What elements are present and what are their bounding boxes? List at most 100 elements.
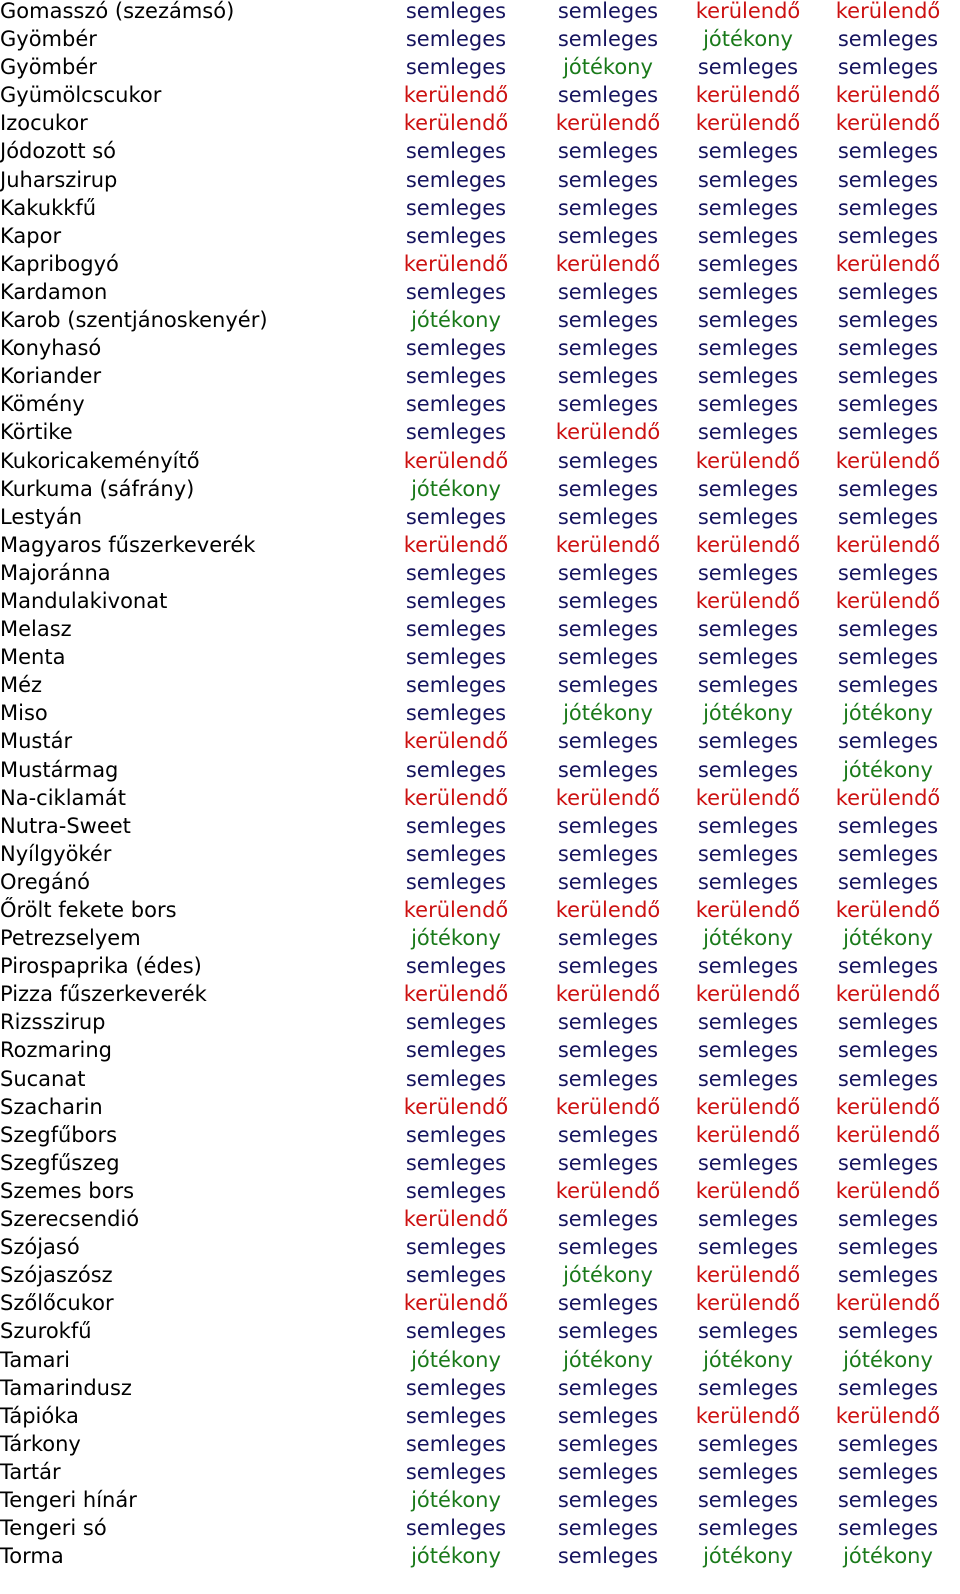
rating-cell-1: semleges (405, 701, 507, 726)
rating-cell-1: semleges (405, 223, 507, 248)
rating-cell-4: semleges (837, 167, 939, 192)
rating-cell-2: kerülendő (555, 1178, 661, 1203)
rating-cell-4: kerülendő (835, 1291, 941, 1316)
food-name: Kukoricakeményítő (0, 448, 200, 473)
rating-cell-4: semleges (837, 841, 939, 866)
rating-cell-3: kerülendő (695, 1178, 801, 1203)
rating-cell-4: kerülendő (835, 1122, 941, 1147)
rating-cell-4: semleges (837, 55, 939, 80)
rating-cell-3: kerülendő (695, 532, 801, 557)
rating-cell-4: semleges (837, 139, 939, 164)
rating-cell-1: semleges (405, 1235, 507, 1260)
table-row: Magyaros fűszerkeverék kerülendő kerülendő… (0, 531, 960, 559)
rating-cell-3: semleges (697, 729, 799, 754)
rating-cell-1: kerülendő (403, 83, 509, 108)
rating-cell-4: semleges (837, 673, 939, 698)
rating-cell-1: semleges (405, 1263, 507, 1288)
rating-cell-3: semleges (697, 308, 799, 333)
rating-cell-1: semleges (405, 869, 507, 894)
food-name: Kömény (0, 392, 85, 417)
rating-cell-2: semleges (557, 448, 659, 473)
rating-cell-2: semleges (557, 841, 659, 866)
food-name: Nyílgyökér (0, 841, 112, 866)
rating-cell-1: semleges (405, 55, 507, 80)
rating-cell-1: semleges (405, 27, 507, 52)
food-name: Tengeri só (0, 1516, 107, 1541)
rating-cell-3: kerülendő (695, 111, 801, 136)
table-row: Kardamon semleges semleges semleges semleges (0, 278, 960, 306)
food-name: Körtike (0, 420, 73, 445)
rating-cell-3: semleges (697, 167, 799, 192)
rating-cell-4: semleges (837, 1066, 939, 1091)
food-name: Pirospaprika (édes) (0, 954, 202, 979)
rating-cell-3: semleges (697, 364, 799, 389)
rating-cell-4: kerülendő (835, 111, 941, 136)
food-name: Szerecsendió (0, 1207, 140, 1232)
table-row: Mandulakivonat semleges semleges kerülendő k… (0, 587, 960, 615)
rating-cell-2: semleges (557, 926, 659, 951)
rating-cell-3: semleges (697, 223, 799, 248)
food-name: Őrölt fekete bors (0, 898, 177, 922)
rating-cell-1: jótékony (411, 308, 501, 333)
rating-cell-3: jótékony (703, 1347, 793, 1372)
food-name: Mandulakivonat (0, 588, 168, 613)
rating-cell-2: semleges (557, 645, 659, 670)
table-row: Szőlőcukor kerülendő semleges kerülendő kerü… (0, 1289, 960, 1317)
rating-cell-1: semleges (405, 336, 507, 361)
food-name: Kapor (0, 223, 62, 248)
food-name: Magyaros fűszerkeverék (0, 532, 256, 557)
rating-cell-3: kerülendő (695, 448, 801, 473)
food-name: Na-ciklamát (0, 785, 126, 810)
rating-cell-1: kerülendő (403, 448, 509, 473)
rating-cell-2: semleges (557, 195, 659, 220)
table-row: Na-ciklamát kerülendő kerülendő kerülendő ke… (0, 784, 960, 812)
food-name: Kakukkfű (0, 195, 97, 220)
rating-cell-1: jótékony (411, 476, 501, 501)
rating-cell-4: kerülendő (835, 1403, 941, 1428)
food-name: Melasz (0, 617, 72, 642)
food-name: Tárkony (0, 1431, 81, 1456)
rating-cell-2: semleges (557, 1516, 659, 1541)
rating-cell-3: semleges (697, 1516, 799, 1541)
rating-cell-1: semleges (405, 1178, 507, 1203)
rating-cell-4: semleges (837, 1375, 939, 1400)
table-row: Menta semleges semleges semleges semleges (0, 643, 960, 671)
rating-cell-4: semleges (837, 476, 939, 501)
rating-cell-3: semleges (697, 476, 799, 501)
rating-cell-3: jótékony (703, 27, 793, 52)
rating-cell-4: semleges (837, 729, 939, 754)
table-row: Rozmaring semleges semleges semleges semlege… (0, 1036, 960, 1064)
rating-cell-1: semleges (405, 195, 507, 220)
rating-cell-3: semleges (697, 1459, 799, 1484)
table-row: Pirospaprika (édes) semleges semleges semle… (0, 952, 960, 980)
food-name: Tamari (0, 1347, 71, 1372)
rating-cell-2: semleges (557, 504, 659, 529)
rating-cell-2: kerülendő (555, 785, 661, 810)
rating-cell-2: semleges (557, 1235, 659, 1260)
rating-cell-1: semleges (405, 954, 507, 979)
food-name: Petrezselyem (0, 926, 141, 951)
rating-cell-4: semleges (837, 308, 939, 333)
table-row: Kapor semleges semleges semleges semleges (0, 222, 960, 250)
rating-cell-4: kerülendő (835, 1178, 941, 1203)
rating-cell-4: semleges (837, 1207, 939, 1232)
rating-cell-4: semleges (837, 1235, 939, 1260)
rating-cell-1: semleges (405, 364, 507, 389)
rating-cell-2: kerülendő (555, 420, 661, 445)
rating-cell-2: semleges (557, 83, 659, 108)
rating-cell-1: semleges (405, 1403, 507, 1428)
table-row: Tengeri hínár jótékony semleges semleges sem… (0, 1486, 960, 1514)
food-name: Kapribogyó (0, 251, 119, 276)
food-name: Rizsszirup (0, 1010, 106, 1035)
rating-cell-3: semleges (697, 504, 799, 529)
rating-cell-3: semleges (697, 195, 799, 220)
table-row: Kakukkfű semleges semleges semleges semleges (0, 194, 960, 222)
rating-cell-2: semleges (557, 1459, 659, 1484)
rating-cell-3: semleges (697, 420, 799, 445)
rating-cell-3: semleges (697, 813, 799, 838)
table-row: Szacharin kerülendő kerülendő kerülendő kerü… (0, 1093, 960, 1121)
rating-cell-1: kerülendő (403, 729, 509, 754)
rating-cell-3: jótékony (703, 1544, 793, 1569)
rating-cell-1: semleges (405, 1375, 507, 1400)
rating-cell-2: semleges (557, 1038, 659, 1063)
